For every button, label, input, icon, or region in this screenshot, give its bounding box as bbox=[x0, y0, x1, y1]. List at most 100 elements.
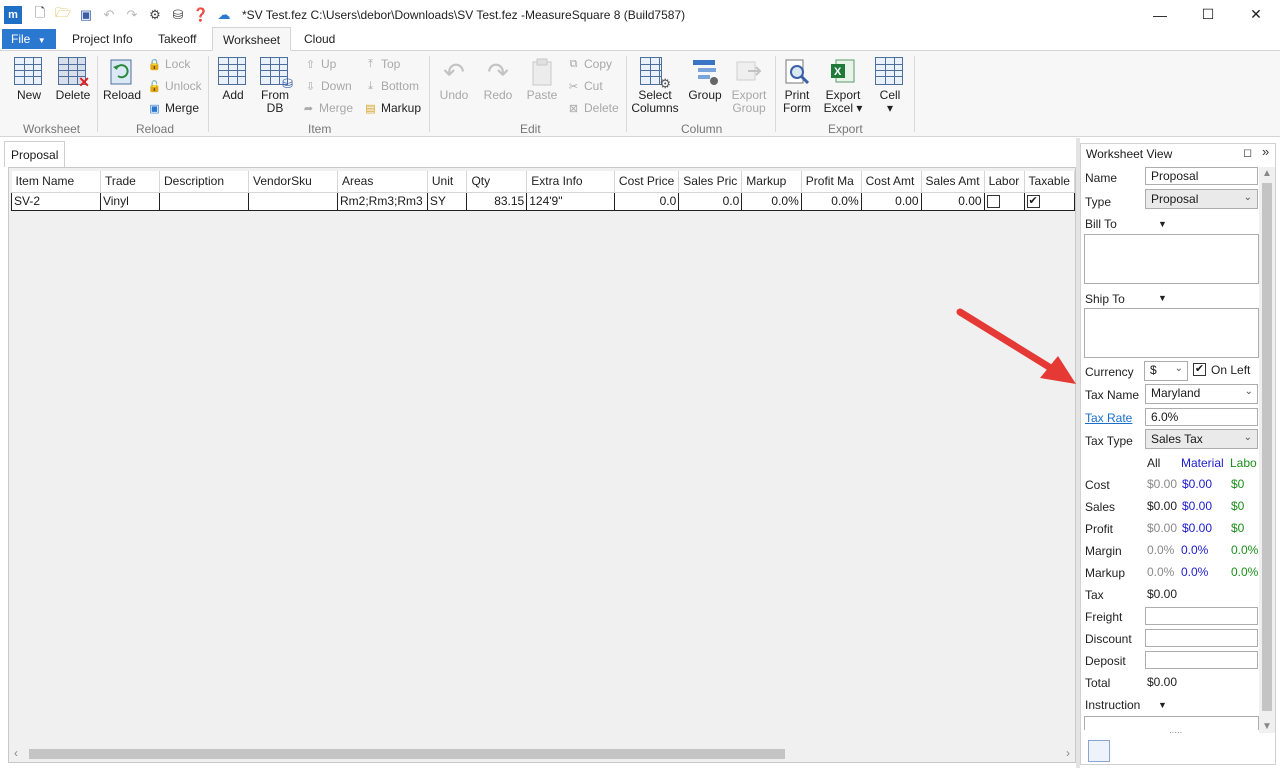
tax-rate-field[interactable]: 6.0% bbox=[1145, 408, 1258, 426]
tab-worksheet[interactable]: Worksheet bbox=[212, 27, 292, 51]
move-up-button[interactable]: ⇧ Up bbox=[304, 57, 336, 71]
close-button[interactable]: ✕ bbox=[1232, 0, 1280, 29]
tab-cloud[interactable]: Cloud bbox=[304, 32, 335, 46]
discount-field[interactable] bbox=[1145, 629, 1258, 647]
delete-button[interactable]: ✕ Delete bbox=[54, 57, 92, 102]
export-group-button[interactable]: Export Group bbox=[729, 57, 769, 115]
export-excel-button[interactable]: X Export Excel ▾ bbox=[822, 57, 864, 115]
cell-qty[interactable]: 83.15 bbox=[466, 191, 528, 211]
maximize-button[interactable]: ☐ bbox=[1184, 0, 1232, 29]
instruction-dropdown-icon[interactable]: ▼ bbox=[1158, 700, 1167, 710]
cell-cost-amt[interactable]: 0.00 bbox=[861, 191, 922, 211]
horizontal-scrollbar[interactable]: ‹ › bbox=[9, 745, 1075, 762]
bill-to-dropdown-icon[interactable]: ▼ bbox=[1158, 219, 1167, 229]
tab-project-info[interactable]: Project Info bbox=[72, 32, 133, 46]
cell-description[interactable] bbox=[159, 191, 250, 211]
column-header[interactable]: Description bbox=[159, 171, 250, 193]
column-header[interactable]: Cost Price bbox=[614, 171, 680, 193]
scrollbar-thumb[interactable] bbox=[29, 749, 785, 759]
column-header[interactable]: Profit Ma bbox=[801, 171, 862, 193]
tab-file[interactable]: File ▼ bbox=[2, 29, 56, 49]
cell-vendor-sku[interactable] bbox=[248, 191, 338, 211]
tax-name-select[interactable]: Maryland ⌄ bbox=[1145, 384, 1258, 404]
worksheet-view-grid-icon[interactable] bbox=[1088, 740, 1110, 762]
currency-select[interactable]: $ ⌄ bbox=[1144, 361, 1188, 381]
open-folder-icon[interactable]: 🗁 bbox=[55, 5, 71, 23]
scroll-right-icon[interactable]: › bbox=[1066, 746, 1070, 760]
resize-grip-icon[interactable]: ····· bbox=[1169, 728, 1182, 737]
column-header[interactable]: Taxable bbox=[1024, 171, 1076, 193]
cell-areas[interactable]: Rm2;Rm3;Rm3 bbox=[337, 191, 428, 211]
labor-checkbox[interactable] bbox=[986, 195, 1000, 209]
table-row[interactable]: SV-2 Vinyl Rm2;Rm3;Rm3 SY 83.15 124'9" 0… bbox=[11, 191, 1076, 211]
tab-takeoff[interactable]: Takeoff bbox=[158, 32, 196, 46]
expand-icon[interactable]: » bbox=[1262, 144, 1269, 159]
cell-labor[interactable] bbox=[984, 191, 1025, 211]
ship-to-field[interactable] bbox=[1084, 308, 1259, 358]
type-select[interactable]: Proposal ⌄ bbox=[1145, 189, 1258, 209]
taxable-checkbox[interactable]: ✔ bbox=[1026, 195, 1040, 209]
column-header[interactable]: Trade bbox=[100, 171, 161, 193]
cloud-icon[interactable]: ☁ bbox=[216, 7, 232, 23]
minimize-button[interactable]: — bbox=[1136, 0, 1184, 29]
column-header[interactable]: Item Name bbox=[11, 171, 101, 193]
group-button[interactable]: Group bbox=[686, 57, 724, 102]
scroll-left-icon[interactable]: ‹ bbox=[14, 746, 18, 760]
tax-type-select[interactable]: Sales Tax ⌄ bbox=[1145, 429, 1258, 449]
tax-rate-link[interactable]: Tax Rate bbox=[1085, 411, 1132, 425]
restore-icon[interactable]: ◻ bbox=[1243, 146, 1252, 159]
move-top-button[interactable]: ⤒ Top bbox=[364, 57, 400, 71]
column-header[interactable]: Cost Amt bbox=[861, 171, 922, 193]
settings-gear-icon[interactable]: ⚙ bbox=[147, 7, 163, 23]
ship-to-dropdown-icon[interactable]: ▼ bbox=[1158, 293, 1167, 303]
cell-item-name[interactable]: SV-2 bbox=[11, 191, 101, 211]
save-icon[interactable]: ▣ bbox=[78, 7, 94, 23]
on-left-checkbox[interactable]: ✔ bbox=[1193, 363, 1206, 376]
cell-cost-price[interactable]: 0.0 bbox=[614, 191, 680, 211]
panel-scrollbar-thumb[interactable] bbox=[1262, 183, 1272, 711]
column-header[interactable]: Unit bbox=[427, 171, 468, 193]
print-form-button[interactable]: Print Form bbox=[780, 57, 814, 115]
column-header[interactable]: Extra Info bbox=[526, 171, 615, 193]
markup-button[interactable]: ▤ Markup bbox=[364, 101, 421, 115]
freight-field[interactable] bbox=[1145, 607, 1258, 625]
cell-button[interactable]: Cell ▾ bbox=[873, 57, 907, 115]
item-merge-button[interactable]: ➦ Merge bbox=[302, 101, 353, 115]
reload-button[interactable]: Reload bbox=[103, 57, 141, 102]
column-header[interactable]: Areas bbox=[337, 171, 428, 193]
cell-extra-info[interactable]: 124'9" bbox=[526, 191, 615, 211]
from-db-button[interactable]: ⛁ From DB bbox=[258, 57, 293, 115]
tab-proposal[interactable]: Proposal bbox=[4, 141, 66, 167]
bill-to-field[interactable] bbox=[1084, 234, 1259, 284]
column-header[interactable]: Qty bbox=[466, 171, 528, 193]
cell-profit-margin[interactable]: 0.0% bbox=[801, 191, 862, 211]
merge-button[interactable]: ▣ Merge bbox=[148, 101, 199, 115]
panel-vertical-scrollbar[interactable]: ▲ ▼ bbox=[1259, 167, 1275, 733]
cell-trade[interactable]: Vinyl bbox=[100, 191, 161, 211]
cut-button[interactable]: ✂ Cut bbox=[567, 79, 603, 93]
undo-button[interactable]: ↶ Undo bbox=[437, 57, 471, 102]
cell-markup[interactable]: 0.0% bbox=[741, 191, 802, 211]
database-icon[interactable]: ⛁ bbox=[170, 7, 186, 23]
column-header[interactable]: Sales Amt bbox=[921, 171, 985, 193]
help-icon[interactable]: ❓ bbox=[193, 7, 209, 23]
select-columns-button[interactable]: ⚙ Select Columns bbox=[630, 57, 680, 115]
name-field[interactable]: Proposal bbox=[1145, 167, 1258, 185]
new-file-icon[interactable]: 🗋 bbox=[32, 5, 48, 23]
edit-delete-button[interactable]: ⊠ Delete bbox=[567, 101, 619, 115]
column-header[interactable]: Labor bbox=[984, 171, 1025, 193]
move-down-button[interactable]: ⇩ Down bbox=[304, 79, 352, 93]
redo-icon[interactable]: ↷ bbox=[124, 7, 140, 23]
copy-button[interactable]: ⧉ Copy bbox=[567, 57, 612, 71]
scroll-down-icon[interactable]: ▼ bbox=[1262, 721, 1272, 732]
scroll-up-icon[interactable]: ▲ bbox=[1262, 168, 1272, 179]
new-button[interactable]: New bbox=[13, 57, 45, 102]
move-bottom-button[interactable]: ⤓ Bottom bbox=[364, 79, 419, 93]
deposit-field[interactable] bbox=[1145, 651, 1258, 669]
cell-sales-price[interactable]: 0.0 bbox=[678, 191, 743, 211]
app-logo-icon[interactable]: m bbox=[4, 5, 22, 24]
column-header[interactable]: Sales Pric bbox=[678, 171, 743, 193]
column-header[interactable]: VendorSku bbox=[248, 171, 338, 193]
cell-unit[interactable]: SY bbox=[427, 191, 468, 211]
unlock-button[interactable]: 🔓 Unlock bbox=[148, 79, 202, 93]
